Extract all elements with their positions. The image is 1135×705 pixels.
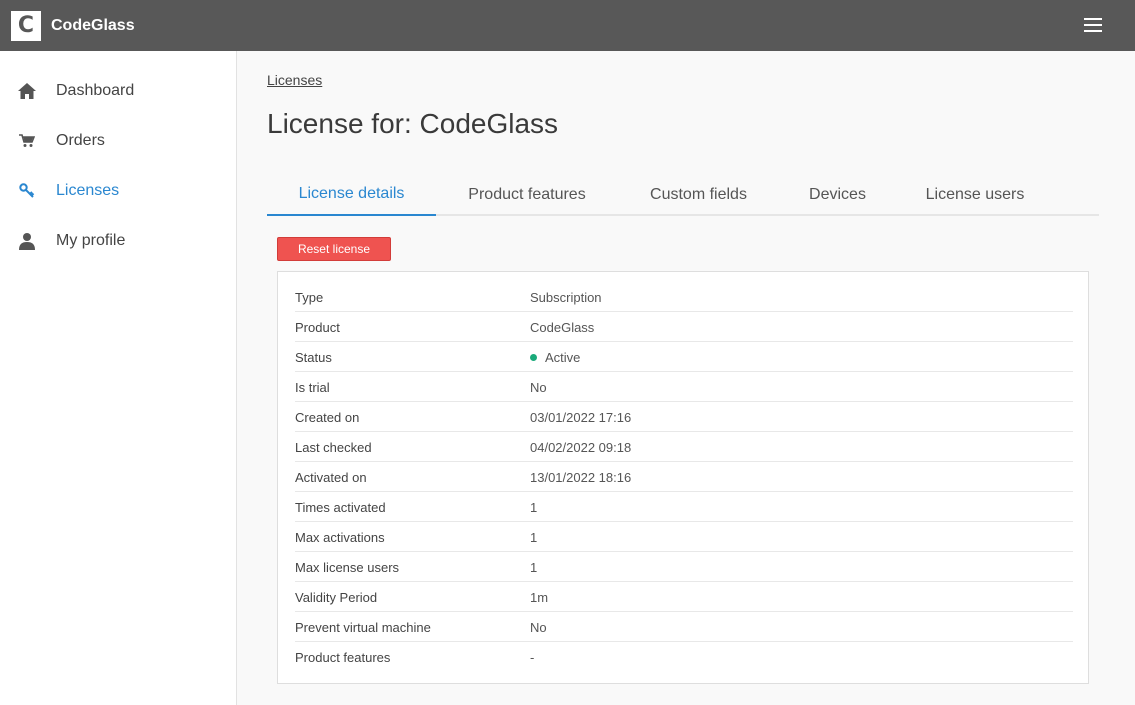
detail-row-product: Product CodeGlass xyxy=(295,312,1073,342)
reset-license-button[interactable]: Reset license xyxy=(277,237,391,261)
detail-value: - xyxy=(530,650,535,665)
detail-row-created-on: Created on 03/01/2022 17:16 xyxy=(295,402,1073,432)
detail-value: 03/01/2022 17:16 xyxy=(530,410,632,425)
detail-row-is-trial: Is trial No xyxy=(295,372,1073,402)
tab-devices[interactable]: Devices xyxy=(779,173,896,216)
sidebar-item-label: Licenses xyxy=(56,182,120,199)
detail-value: 1 xyxy=(530,530,538,545)
sidebar-item-label: Dashboard xyxy=(56,82,135,99)
detail-key: Is trial xyxy=(295,380,330,395)
sidebar-item-licenses[interactable]: Licenses xyxy=(0,166,236,216)
detail-value: CodeGlass xyxy=(530,320,595,335)
detail-key: Activated on xyxy=(295,470,367,485)
detail-value: 04/02/2022 09:18 xyxy=(530,440,632,455)
detail-row-activated-on: Activated on 13/01/2022 18:16 xyxy=(295,462,1073,492)
detail-value: No xyxy=(530,380,547,395)
detail-value: Subscription xyxy=(530,290,602,305)
detail-key: Last checked xyxy=(295,440,372,455)
key-icon xyxy=(17,181,37,201)
status-badge: Active xyxy=(530,350,580,365)
detail-key: Times activated xyxy=(295,500,386,515)
detail-key: Product features xyxy=(295,650,391,665)
app-logo[interactable]: C xyxy=(11,11,41,41)
sidebar-item-dashboard[interactable]: Dashboard xyxy=(0,66,236,116)
detail-key: Status xyxy=(295,350,332,365)
detail-key: Prevent virtual machine xyxy=(295,620,431,635)
status-dot-icon xyxy=(530,354,537,361)
sidebar-item-label: My profile xyxy=(56,232,126,249)
detail-value: 1 xyxy=(530,560,538,575)
detail-row-validity-period: Validity Period 1m xyxy=(295,582,1073,612)
page-title: License for: CodeGlass xyxy=(267,108,559,139)
tab-license-users[interactable]: License users xyxy=(896,173,1054,216)
tab-custom-fields[interactable]: Custom fields xyxy=(618,173,779,216)
detail-row-max-activations: Max activations 1 xyxy=(295,522,1073,552)
tab-product-features[interactable]: Product features xyxy=(436,173,618,216)
breadcrumb-licenses[interactable]: Licenses xyxy=(267,72,322,88)
status-text: Active xyxy=(545,350,581,365)
sidebar-item-orders[interactable]: Orders xyxy=(0,116,236,166)
logo-letter: C xyxy=(17,13,35,38)
cart-icon xyxy=(17,131,37,151)
detail-row-prevent-virtual-machine: Prevent virtual machine No xyxy=(295,612,1073,642)
detail-row-type: Type Subscription xyxy=(295,282,1073,312)
detail-key: Type xyxy=(295,290,324,305)
app-name[interactable]: CodeGlass xyxy=(51,17,135,35)
detail-value: 1 xyxy=(530,500,538,515)
detail-key: Product xyxy=(295,320,340,335)
detail-value: 1m xyxy=(530,590,549,605)
sidebar-item-my-profile[interactable]: My profile xyxy=(0,216,236,266)
detail-value: No xyxy=(530,620,547,635)
user-icon xyxy=(17,231,37,251)
detail-row-times-activated: Times activated 1 xyxy=(295,492,1073,522)
menu-icon[interactable] xyxy=(1084,18,1102,32)
home-icon xyxy=(17,81,37,101)
top-bar: C CodeGlass xyxy=(0,0,1135,51)
detail-key: Max activations xyxy=(295,530,385,545)
detail-row-max-license-users: Max license users 1 xyxy=(295,552,1073,582)
detail-key: Max license users xyxy=(295,560,400,575)
tab-bar: License details Product features Custom … xyxy=(267,173,1099,216)
detail-row-product-features: Product features - xyxy=(295,642,1073,672)
sidebar: Dashboard Orders Licenses My profile xyxy=(0,51,237,705)
detail-row-status: Status Active xyxy=(295,342,1073,372)
detail-key: Created on xyxy=(295,410,360,425)
sidebar-item-label: Orders xyxy=(56,132,105,149)
detail-row-last-checked: Last checked 04/02/2022 09:18 xyxy=(295,432,1073,462)
tab-license-details[interactable]: License details xyxy=(267,173,436,216)
license-details-card: Type Subscription Product CodeGlass Stat… xyxy=(277,271,1089,684)
detail-value: 13/01/2022 18:16 xyxy=(530,470,632,485)
detail-key: Validity Period xyxy=(295,590,378,605)
